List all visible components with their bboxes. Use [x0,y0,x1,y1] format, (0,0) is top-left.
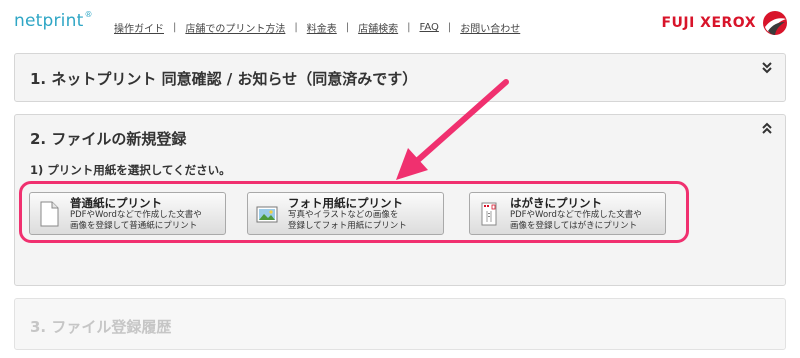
fuji-xerox-ball-icon [763,11,787,35]
logo-registered-mark: ® [84,10,93,19]
select-paper-instruction: 1) プリント用紙を選択してください。 [30,163,231,177]
header: netprint® 操作ガイド | 店舗でのプリント方法 | 料金表 | 店舗検… [0,0,800,50]
nav-store-search[interactable]: 店舗検索 [358,20,398,35]
photo-paper-desc-line2: 登録してフォト用紙にプリント [288,220,407,231]
panel-new-file-title[interactable]: 2. ファイルの新規登録 [30,128,186,149]
logo-text: netprint [14,11,84,31]
nav-faq[interactable]: FAQ [420,22,439,33]
postcard-print-button[interactable]: はがきにプリント PDFやWordなどで作成した文書や 画像を登録してはがきにプ… [469,192,666,235]
brand-text: FUJI XEROX [661,15,756,31]
chevron-double-down-icon[interactable] [761,61,773,75]
panel-agreement[interactable]: 1. ネットプリント 同意確認 / お知らせ（同意済みです） [14,53,786,102]
document-icon [40,201,59,226]
fuji-xerox-logo: FUJI XEROX [661,10,788,36]
panel-agreement-title[interactable]: 1. ネットプリント 同意確認 / お知らせ（同意済みです） [30,68,417,89]
nav-price-list[interactable]: 料金表 [307,20,337,35]
netprint-logo[interactable]: netprint® [14,10,93,31]
postcard-icon [481,202,497,225]
plain-paper-desc-line2: 画像を登録して普通紙にプリント [70,220,198,231]
panel-file-history[interactable]: 3. ファイル登録履歴 [14,298,786,350]
plain-paper-title: 普通紙にプリント [70,195,162,210]
postcard-title: はがきにプリント [510,195,602,210]
plain-paper-desc-line1: PDFやWordなどで作成した文書や [70,209,202,220]
panel-file-history-title[interactable]: 3. ファイル登録履歴 [30,316,171,337]
nav-separator: | [345,22,350,33]
photo-icon [256,206,278,222]
nav-separator: | [173,22,177,33]
nav-separator: | [407,22,411,33]
photo-paper-print-button[interactable]: フォト用紙にプリント 写真やイラストなどの画像を 登録してフォト用紙にプリント [247,192,444,235]
nav-store-print-method[interactable]: 店舗でのプリント方法 [185,20,285,35]
photo-paper-title: フォト用紙にプリント [288,195,403,210]
nav-contact[interactable]: お問い合わせ [460,20,520,35]
chevron-double-up-icon[interactable] [761,122,773,136]
nav-separator: | [447,22,452,33]
plain-paper-print-button[interactable]: 普通紙にプリント PDFやWordなどで作成した文書や 画像を登録して普通紙にプ… [29,192,226,235]
nav-operation-guide[interactable]: 操作ガイド [114,20,164,35]
photo-paper-desc-line1: 写真やイラストなどの画像を [288,209,399,220]
postcard-desc-line2: 画像を登録してはがきにプリント [510,220,638,231]
panel-new-file: 2. ファイルの新規登録 1) プリント用紙を選択してください。 普通紙にプリン… [14,114,786,286]
postcard-desc-line1: PDFやWordなどで作成した文書や [510,209,642,220]
nav-separator: | [294,22,298,33]
top-nav: 操作ガイド | 店舗でのプリント方法 | 料金表 | 店舗検索 | FAQ | … [114,20,520,35]
